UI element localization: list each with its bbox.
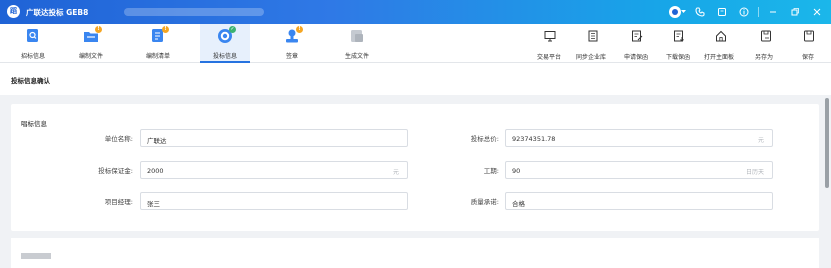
document-edit-icon: !	[150, 26, 169, 44]
tool-generate-file[interactable]: 生成文件	[332, 24, 382, 63]
field-value: 广联达	[147, 137, 167, 145]
tool-label: 申请保函	[624, 54, 649, 61]
total-price-label: 投标总价:	[470, 135, 499, 143]
tool-open-main-panel[interactable]: 打开主面板	[704, 24, 738, 63]
tool-download-guarantee[interactable]: 下载保函	[665, 24, 693, 63]
warning-badge-icon: !	[296, 26, 303, 33]
tool-label: 下载保函	[666, 54, 691, 61]
bid-info-card: 唱标信息 单位名称: 广联达 投标总价: 92374351.78 元 投标保证金…	[11, 104, 819, 231]
total-price-field[interactable]: 92374351.78 元	[505, 129, 773, 147]
folder-icon: !	[83, 26, 102, 44]
field-value: 2000	[147, 167, 164, 175]
project-manager-field[interactable]: 张三	[140, 192, 408, 210]
quality-commitment-label: 质量承诺:	[470, 198, 499, 206]
vertical-scrollbar[interactable]	[825, 98, 829, 188]
avatar	[669, 6, 681, 18]
tool-sync-enterprise-library[interactable]: 同步企业库	[576, 24, 610, 63]
tool-label: 投标信息	[212, 53, 237, 60]
save-icon	[803, 30, 815, 42]
save-as-icon	[760, 30, 772, 42]
app-logo: 蹈	[7, 5, 20, 18]
home-icon	[715, 30, 727, 42]
tool-label: 交易平台	[537, 54, 562, 61]
page-header: 投标信息确认	[0, 63, 831, 95]
tool-label: 编制清单	[145, 53, 170, 60]
close-icon[interactable]	[808, 4, 825, 20]
tool-prepare-list[interactable]: ! 编制清单	[133, 24, 183, 63]
page-title: 投标信息确认	[11, 77, 50, 85]
tool-label: 打开主面板	[704, 54, 735, 61]
duration-label: 工期:	[483, 167, 499, 175]
blurred-title	[21, 253, 51, 259]
tool-bid-info[interactable]: ✓ 投标信息	[200, 24, 250, 63]
user-menu[interactable]	[669, 4, 686, 20]
tool-bid-invitation-info[interactable]: 招标信息	[8, 24, 58, 63]
tool-label: 另存为	[755, 54, 774, 61]
divider	[758, 7, 759, 17]
app-title: 广联达投标 GEB8	[26, 8, 89, 17]
project-manager-label: 项目经理:	[104, 198, 133, 206]
document-download-icon	[673, 30, 685, 42]
building-icon	[587, 30, 599, 42]
tool-prepare-files[interactable]: ! 编制文件	[66, 24, 116, 63]
tool-label: 生成文件	[344, 53, 369, 60]
tool-apply-guarantee[interactable]: 申请保函	[623, 24, 651, 63]
tool-save[interactable]: 保存	[800, 24, 818, 63]
document-path-bar	[124, 8, 264, 16]
quality-commitment-field[interactable]: 合格	[505, 192, 773, 210]
field-value: 90	[512, 167, 521, 175]
tool-trading-platform[interactable]: 交易平台	[536, 24, 564, 63]
tool-save-as[interactable]: 另存为	[755, 24, 777, 63]
check-badge-icon: ✓	[229, 26, 236, 33]
monitor-icon	[544, 30, 556, 42]
section-title: 唱标信息	[21, 120, 47, 128]
tool-label: 同步企业库	[576, 54, 607, 61]
warning-badge-icon: !	[162, 26, 169, 33]
main-toolbar: 招标信息 ! 编制文件 ! 编制清单 ✓ 投标信息 ! 签章 生成文件 交易平台…	[0, 24, 831, 63]
tool-label: 编制文件	[78, 53, 103, 60]
tool-label: 保存	[802, 54, 815, 61]
warning-badge-icon: !	[95, 26, 102, 33]
deposit-field[interactable]: 2000 元	[140, 161, 408, 179]
document-search-icon	[25, 28, 41, 44]
tool-label: 招标信息	[20, 53, 45, 60]
unit-suffix: 元	[392, 169, 399, 176]
field-value: 92374351.78	[512, 135, 556, 143]
unit-suffix: 元	[757, 137, 764, 144]
document-pen-icon	[631, 30, 643, 42]
info-icon[interactable]	[735, 4, 752, 20]
deposit-label: 投标保证金:	[98, 167, 133, 175]
unit-name-label: 单位名称:	[104, 135, 133, 143]
title-bar: 蹈 广联达投标 GEB8	[0, 0, 831, 24]
next-section-card	[11, 238, 819, 268]
feedback-icon[interactable]	[713, 4, 730, 20]
field-value: 张三	[147, 200, 160, 208]
tool-signature[interactable]: ! 签章	[267, 24, 317, 63]
target-icon: ✓	[217, 26, 236, 44]
duration-field[interactable]: 90 日历天	[505, 161, 773, 179]
chevron-down-icon	[681, 10, 686, 13]
tool-label: 签章	[285, 53, 298, 60]
stamp-icon: !	[284, 26, 303, 44]
phone-icon[interactable]	[691, 4, 708, 20]
minimize-icon[interactable]	[764, 4, 781, 20]
unit-name-field[interactable]: 广联达	[140, 129, 408, 147]
field-value: 合格	[512, 200, 525, 208]
generate-file-icon	[349, 28, 365, 44]
maximize-icon[interactable]	[786, 4, 803, 20]
unit-suffix: 日历天	[745, 169, 764, 176]
